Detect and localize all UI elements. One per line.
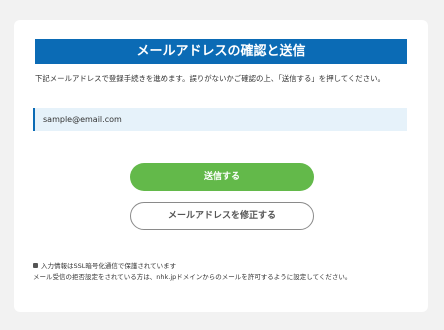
lock-icon — [33, 262, 38, 268]
filter-note: メール受信の拒否設定をされている方は、nhk.jpドメインからのメールを許可する… — [33, 273, 352, 281]
send-button[interactable]: 送信する — [130, 163, 314, 191]
ssl-note: 入力情報はSSL暗号化通信で保護されています — [33, 261, 413, 272]
page-title: メールアドレスの確認と送信 — [35, 39, 407, 64]
instruction-text: 下記メールアドレスで登録手続きを進めます。誤りがないかご確認の上、「送信する」を… — [35, 74, 385, 83]
notes: 入力情報はSSL暗号化通信で保護されています メール受信の拒否設定をされている方… — [33, 261, 413, 283]
confirm-card: メールアドレスの確認と送信 下記メールアドレスで登録手続きを進めます。誤りがない… — [14, 20, 428, 312]
email-display: sample@email.com — [33, 108, 407, 131]
ssl-note-text: 入力情報はSSL暗号化通信で保護されています — [41, 262, 177, 270]
edit-email-button[interactable]: メールアドレスを修正する — [130, 202, 314, 230]
